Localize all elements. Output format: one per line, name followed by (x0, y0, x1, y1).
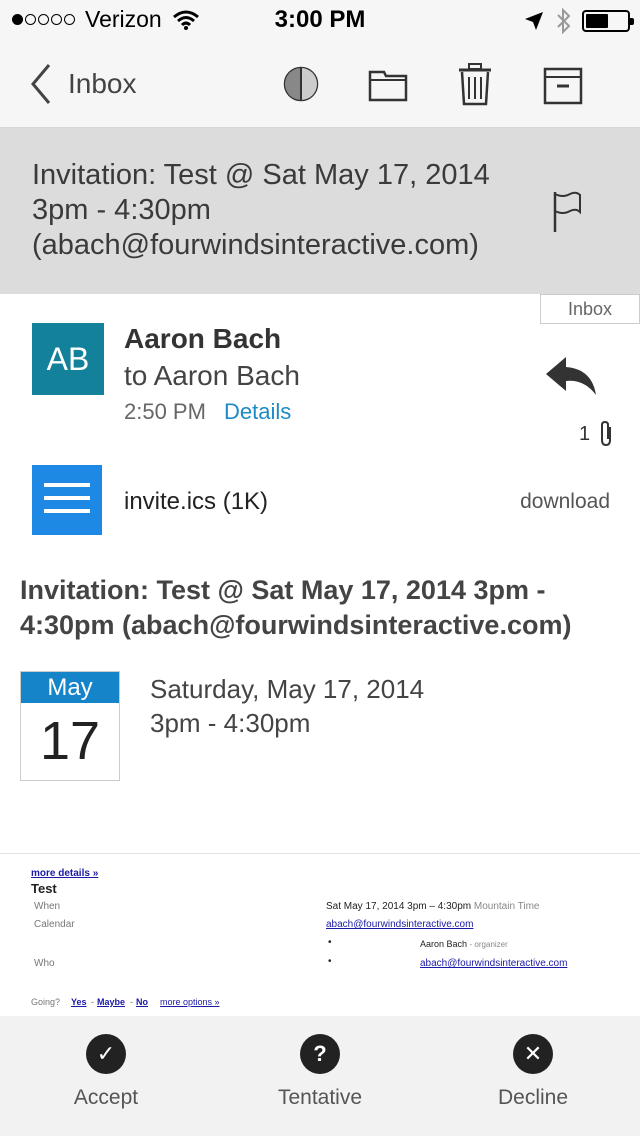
subject-header: Invitation: Test @ Sat May 17, 2014 3pm … (0, 128, 640, 294)
bullet: • (328, 956, 332, 967)
rsvp-toolbar: ✓ Accept ? Tentative ✕ Decline (0, 1016, 640, 1136)
calendar-date-icon: May 17 (20, 671, 120, 781)
back-label: Inbox (68, 68, 137, 99)
bluetooth-icon (557, 8, 571, 34)
flag-button[interactable] (550, 190, 584, 239)
more-options-link[interactable]: more options » (160, 997, 220, 1007)
avatar: AB (32, 323, 104, 395)
rsvp-yes-link[interactable]: Yes (71, 997, 87, 1007)
who-label: Who (34, 958, 55, 969)
invite-title: Test (31, 881, 57, 896)
location-arrow-icon (525, 12, 543, 30)
organizer-role: - organizer (469, 940, 508, 949)
guest-email-link[interactable]: abach@fourwindsinteractive.com (420, 958, 567, 969)
event-title: Invitation: Test @ Sat May 17, 2014 3pm … (20, 575, 572, 640)
separator: - (130, 997, 133, 1007)
sender-name: Aaron Bach (124, 323, 282, 354)
when-value: Sat May 17, 2014 3pm – 4:30pm Mountain T… (326, 901, 539, 912)
when-date: Sat May 17, 2014 3pm – 4:30pm (326, 901, 472, 912)
archive-icon (543, 67, 583, 105)
calendar-email-link[interactable]: abach@fourwindsinteractive.com (326, 919, 473, 930)
battery-icon (582, 10, 634, 32)
separator: - (91, 997, 94, 1007)
divider (0, 853, 640, 854)
download-button[interactable]: download (500, 490, 610, 514)
calendar-day: 17 (39, 711, 101, 771)
close-icon: ✕ (513, 1034, 553, 1074)
attachment-count: 1 (579, 423, 591, 445)
event-time: 3pm - 4:30pm (150, 708, 311, 738)
organizer-name: Aaron Bach (420, 939, 468, 949)
reply-arrow-icon (546, 357, 596, 395)
details-link[interactable]: Details (224, 399, 291, 425)
checkmark-icon: ✓ (86, 1034, 126, 1074)
calendar-month: May (21, 672, 119, 703)
event-date: Saturday, May 17, 2014 (150, 674, 425, 704)
back-button[interactable]: Inbox (30, 62, 137, 106)
attachment-filename[interactable]: invite.ics (1K) (124, 488, 268, 516)
question-mark-icon: ? (300, 1034, 340, 1074)
more-details-link[interactable]: more details » (31, 868, 98, 879)
folder-icon (368, 70, 408, 102)
nav-bar: Inbox (0, 40, 640, 128)
contrast-circle-icon (283, 66, 319, 102)
calendar-label: Calendar (34, 919, 75, 930)
folder-badge: Inbox (540, 294, 640, 324)
accept-label: Accept (73, 1086, 139, 1109)
status-bar: Verizon 3:00 PM (0, 0, 640, 40)
sent-time: 2:50 PM (124, 399, 206, 424)
flag-icon (553, 191, 581, 232)
move-to-folder-button[interactable] (366, 62, 410, 106)
going-label: Going? (31, 997, 61, 1007)
decline-button[interactable]: ✕ Decline (453, 1034, 613, 1110)
trash-icon (459, 63, 491, 106)
organizer: Aaron Bach - organizer (420, 939, 508, 949)
rsvp-no-link[interactable]: No (136, 997, 148, 1007)
status-indicators (524, 8, 634, 34)
bullet: • (328, 937, 332, 948)
reply-button[interactable] (544, 355, 598, 402)
message-subject: Invitation: Test @ Sat May 17, 2014 3pm … (32, 159, 490, 261)
accept-button[interactable]: ✓ Accept (26, 1034, 186, 1110)
tentative-label: Tentative (277, 1086, 363, 1109)
archive-button[interactable] (541, 62, 585, 106)
when-timezone: Mountain Time (473, 901, 540, 912)
recipient-line: to Aaron Bach (124, 360, 300, 391)
mark-unread-button[interactable] (279, 62, 323, 106)
paperclip-icon (601, 420, 611, 447)
tentative-button[interactable]: ? Tentative (240, 1034, 400, 1110)
when-label: When (34, 901, 61, 912)
delete-button[interactable] (453, 62, 497, 106)
rsvp-maybe-link[interactable]: Maybe (97, 997, 125, 1007)
decline-label: Decline (497, 1086, 569, 1109)
back-chevron-icon (31, 64, 51, 104)
ics-file-icon[interactable] (32, 465, 102, 535)
